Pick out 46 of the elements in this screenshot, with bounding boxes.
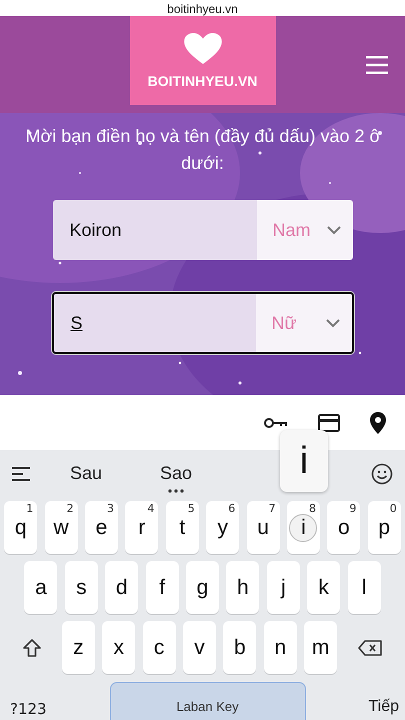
shift-icon[interactable] [23,638,42,656]
name-field[interactable]: Koiron [52,200,256,260]
keyboard-key[interactable]: 4 r [125,501,158,554]
keyboard-key[interactable]: v [183,621,216,674]
keyboard-key[interactable]: h [226,561,260,614]
keyboard-key[interactable]: z [62,621,95,674]
chevron-down-icon [326,226,340,234]
keyboard-key[interactable]: k [307,561,340,614]
suggestion[interactable]: Sau [70,463,102,484]
keyboard-key[interactable]: 1 q [4,501,38,554]
location-pin-icon[interactable] [370,412,386,434]
heart-icon [184,32,222,64]
space-bar[interactable]: Laban Key [110,682,306,720]
keyboard-key[interactable]: 0 p [368,501,401,554]
keyboard-key[interactable]: 8 i [286,501,320,554]
keyboard-key[interactable]: f [146,561,179,614]
keyboard-key[interactable]: x [102,621,136,674]
keyboard-key[interactable]: 3 e [85,501,118,554]
keyboard-key[interactable]: 2 w [44,501,78,554]
menu-icon[interactable] [366,56,388,74]
keyboard-key[interactable]: n [264,621,297,674]
emoji-icon[interactable] [371,462,393,484]
key-icon[interactable] [264,416,288,428]
keyboard-key[interactable]: c [142,621,176,674]
keyboard-key[interactable]: a [24,561,58,614]
next-key[interactable]: Tiếp [368,698,399,716]
keyboard-key[interactable]: s [64,561,98,614]
keyboard-key[interactable]: l [348,561,381,614]
keyboard-key[interactable]: 9 o [327,501,360,554]
symbols-key[interactable]: ?123 [10,700,47,718]
keyboard-key[interactable]: d [105,561,138,614]
keyboard-key[interactable]: m [304,621,338,674]
instruction-text: Mời bạn điền họ và tên (đầy đủ dấu) vào 2 ô dưới: [24,125,381,175]
logo-text: BOITINHYEU.VN [148,72,258,88]
keyboard-key[interactable]: j [266,561,300,614]
menu-icon[interactable] [12,466,30,480]
keyboard-key[interactable]: g [186,561,219,614]
keyboard-key[interactable]: b [223,621,256,674]
keyboard-key[interactable]: 7 u [246,501,280,554]
credit-card-icon[interactable] [318,414,340,432]
key-preview: i [280,430,328,492]
backspace-icon[interactable] [358,640,382,656]
url-text: boitinhyeu.vn [167,2,238,16]
keyboard-key[interactable]: 6 y [206,501,240,554]
keyboard-key[interactable]: 5 t [166,501,199,554]
suggestion[interactable]: Sao [160,463,192,484]
